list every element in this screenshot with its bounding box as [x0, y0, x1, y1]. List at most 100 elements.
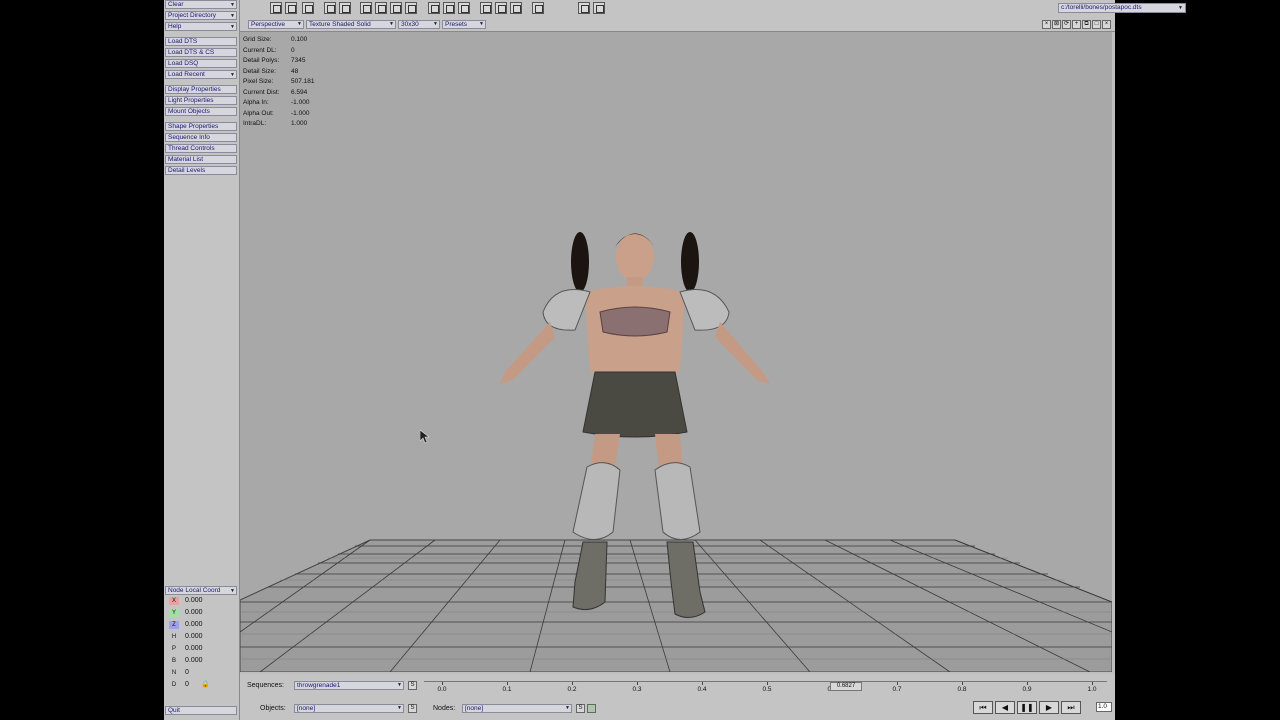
stat-label: Alpha In:	[243, 99, 269, 106]
coord-row-h: H 0.000	[165, 631, 237, 643]
mount-objects-button[interactable]: Mount Objects	[165, 107, 237, 116]
y-key: Y	[169, 609, 179, 617]
objects-s-button[interactable]: S	[408, 704, 417, 713]
pause-button[interactable]: ❚❚	[1017, 701, 1037, 714]
play-reverse-button[interactable]: ◀	[995, 701, 1015, 714]
x-key: X	[169, 597, 179, 605]
sequences-label: Sequences:	[247, 682, 284, 689]
load-recent-button[interactable]: Load Recent	[165, 70, 237, 79]
shape-properties-button[interactable]: Shape Properties	[165, 122, 237, 131]
file-path-select[interactable]: c:/torelli/bones/postapoc.dts	[1058, 3, 1186, 13]
collision-icon[interactable]	[480, 2, 492, 14]
tick-mark	[1027, 682, 1028, 685]
restore-icon[interactable]: ⧉	[1082, 20, 1091, 29]
tick-mark	[572, 682, 573, 685]
stat-value: 0.100	[291, 36, 308, 43]
load-dts-cs-button[interactable]: Load DTS & CS	[165, 48, 237, 57]
coord-row-x: X 0.000	[165, 595, 237, 607]
stat-row: Current DL: 0	[243, 46, 333, 57]
project-directory-button[interactable]: Project Directory	[165, 11, 237, 20]
window-icon[interactable]	[285, 2, 297, 14]
playback-speed-input[interactable]: 1.0	[1096, 702, 1112, 712]
play-button[interactable]: ▶	[1039, 701, 1059, 714]
cycle-icon[interactable]: ⟳	[1062, 20, 1071, 29]
bone-icon[interactable]	[375, 2, 387, 14]
grid-select[interactable]: 30x30	[398, 20, 440, 29]
d-key: D	[171, 682, 177, 688]
display-properties-button[interactable]: Display Properties	[165, 85, 237, 94]
3d-viewport[interactable]: Grid Size: 0.100 Current DL: 0 Detail Poly…	[240, 32, 1112, 672]
minimize-icon[interactable]: ×	[1042, 20, 1051, 29]
stat-row: IntraDL: 1.000	[243, 119, 333, 130]
left-panel: Clear Project Directory Help Load DTS Lo…	[164, 0, 240, 720]
stat-value: -1.000	[291, 99, 310, 106]
render-icon[interactable]	[578, 2, 590, 14]
time-marker[interactable]: 0.6827	[830, 682, 862, 691]
split-icon[interactable]: +	[1072, 20, 1081, 29]
timeline-tick: 0.2	[567, 686, 577, 693]
stat-label: IntraDL:	[243, 120, 267, 127]
camera-icon[interactable]	[443, 2, 455, 14]
load-dsq-button[interactable]: Load DSQ	[165, 59, 237, 68]
quit-button[interactable]: Quit	[165, 706, 237, 715]
objects-select[interactable]: [none]	[294, 704, 404, 713]
timeline-tick: 0.4	[697, 686, 707, 693]
sequence-info-button[interactable]: Sequence Info	[165, 133, 237, 142]
wireframe-icon[interactable]	[593, 2, 605, 14]
timeline-scrubber[interactable]: 0.0 0.1 0.2 0.3 0.4 0.5 0.6 0.7 0.8 0.9 …	[424, 681, 1107, 696]
z-value[interactable]: 0.000	[185, 619, 203, 631]
load-dts-button[interactable]: Load DTS	[165, 37, 237, 46]
shading-select[interactable]: Texture Shaded Solid	[306, 20, 396, 29]
stat-value: 6.594	[291, 88, 308, 96]
stat-label: Detail Size:	[243, 67, 276, 75]
top-toolbar: c:/torelli/bones/postapoc.dts	[240, 0, 1186, 18]
detail-levels-button[interactable]: Detail Levels	[165, 166, 237, 175]
stats-overlay: Grid Size: 0.100 Current DL: 0 Detail Poly…	[243, 35, 333, 130]
zoom-icon[interactable]	[302, 2, 314, 14]
tile-icon[interactable]: ⊠	[1052, 20, 1061, 29]
presets-select[interactable]: Presets	[442, 20, 486, 29]
bounds-icon[interactable]	[405, 2, 417, 14]
nodes-select[interactable]: [none]	[462, 704, 572, 713]
light-icon[interactable]	[428, 2, 440, 14]
select-icon[interactable]	[270, 2, 282, 14]
thread-controls-button[interactable]: Thread Controls	[165, 144, 237, 153]
b-value[interactable]: 0.000	[185, 655, 203, 667]
stat-label: Alpha Out:	[243, 109, 274, 117]
timeline-tick: 0.9	[1022, 686, 1032, 693]
rotate-icon[interactable]	[339, 2, 351, 14]
objects-label: Objects:	[260, 705, 286, 712]
mesh-icon[interactable]	[390, 2, 402, 14]
go-to-end-button[interactable]: ⏭	[1061, 701, 1081, 714]
material-list-button[interactable]: Material List	[165, 155, 237, 164]
timeline-tick: 0.1	[502, 686, 512, 693]
lod-icon[interactable]	[510, 2, 522, 14]
node-icon[interactable]	[360, 2, 372, 14]
tick-mark	[637, 682, 638, 685]
stat-row: Grid Size: 0.100	[243, 35, 333, 46]
go-to-start-button[interactable]: ⏮	[973, 701, 993, 714]
sequence-select[interactable]: throwgrenade1	[294, 681, 404, 690]
close-icon[interactable]: ×	[1102, 20, 1111, 29]
sequence-s-button[interactable]: S	[408, 681, 417, 690]
view-mode-select[interactable]: Perspective	[248, 20, 304, 29]
stat-value: 48	[291, 67, 299, 75]
h-value[interactable]: 0.000	[185, 631, 203, 643]
y-value[interactable]: 0.000	[185, 607, 203, 619]
tick-mark	[767, 682, 768, 685]
material-icon[interactable]	[495, 2, 507, 14]
light-properties-button[interactable]: Light Properties	[165, 96, 237, 105]
node-coord-select[interactable]: Node Local Coord	[165, 586, 237, 595]
move-icon[interactable]	[324, 2, 336, 14]
nodes-s-button[interactable]: S	[576, 704, 585, 713]
character-model[interactable]	[495, 212, 795, 632]
clear-button[interactable]: Clear	[165, 0, 237, 9]
lock-icon[interactable]: 🔒	[201, 679, 210, 691]
x-value[interactable]: 0.000	[185, 595, 203, 607]
texture-icon[interactable]	[458, 2, 470, 14]
p-value[interactable]: 0.000	[185, 643, 203, 655]
nodes-toggle-button[interactable]	[587, 704, 596, 713]
maximize-icon[interactable]: □	[1092, 20, 1101, 29]
help-button[interactable]: Help	[165, 22, 237, 31]
export-icon[interactable]	[532, 2, 544, 14]
